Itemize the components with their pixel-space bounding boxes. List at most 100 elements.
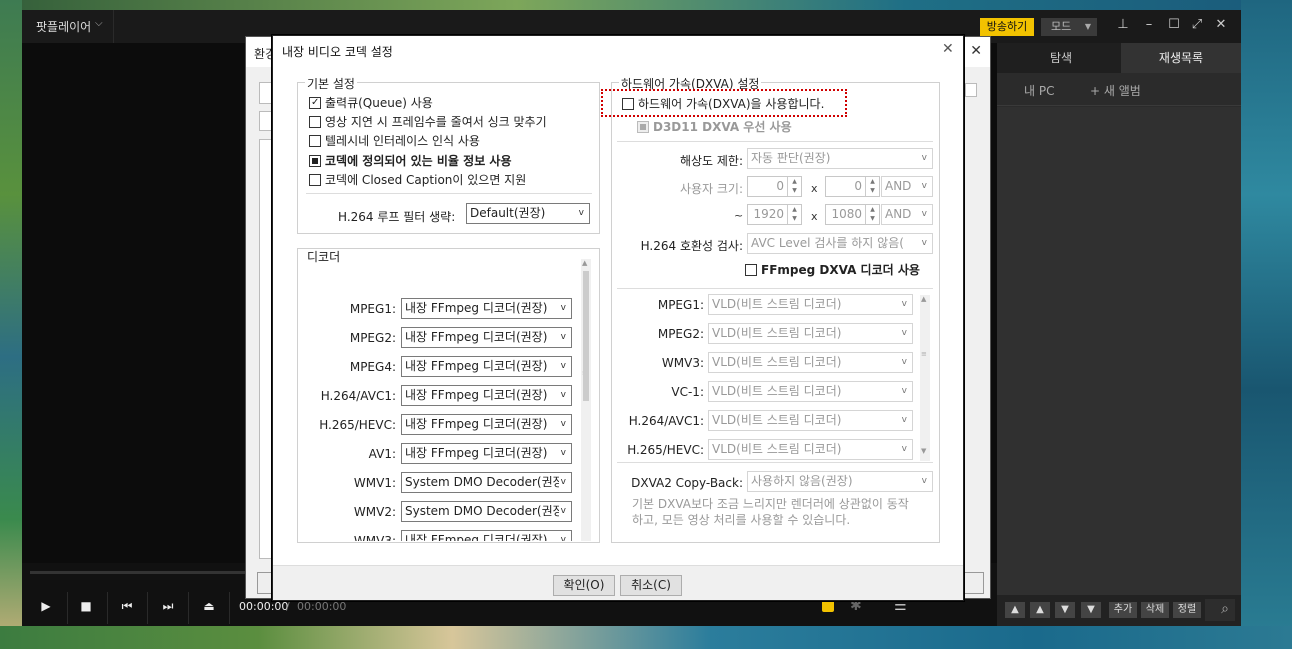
- eject-icon[interactable]: ⏏: [199, 599, 219, 613]
- move-top-icon[interactable]: ▲: [1005, 602, 1025, 618]
- spinner-arrows-icon[interactable]: ▲ ▼: [787, 177, 801, 196]
- search-icon[interactable]: ⌕: [1221, 601, 1229, 617]
- option-closed-caption[interactable]: 코덱에 Closed Caption이 있으면 지원: [309, 171, 526, 188]
- decoder-select[interactable]: 내장 FFmpeg 디코더(권장) v: [401, 327, 572, 348]
- option-label: 영상 지연 시 프레임수를 줄여서 싱크 맞추기: [325, 115, 547, 129]
- spinner-arrows-icon[interactable]: ▲ ▼: [865, 205, 879, 224]
- playlist-panel: 탐색 재생목록 내 PC + 새 앨범 ▲ ▲ ▼ ▼ 추가 삭제 정렬 ⌕: [997, 43, 1241, 626]
- decoder-label: MPEG4:: [349, 360, 396, 374]
- h264-loop-select[interactable]: Default(권장) v: [466, 203, 590, 224]
- decoder-select[interactable]: System DMO Decoder(권장 v: [401, 501, 572, 522]
- playlist-list[interactable]: [997, 107, 1241, 595]
- move-down-icon[interactable]: ▼: [1055, 602, 1075, 618]
- ok-button[interactable]: 확인(O): [553, 575, 615, 596]
- app-name-menu[interactable]: 팟플레이어: [36, 18, 91, 35]
- d3d11-option[interactable]: D3D11 DXVA 우선 사용: [637, 118, 792, 135]
- chevron-down-icon: v: [558, 357, 566, 376]
- dxva-scrollbar[interactable]: ▲ ≡ ▼: [920, 295, 930, 461]
- decoder-label: H.264/AVC1:: [320, 389, 396, 403]
- select-value: AVC Level 검사를 하지 않음(: [751, 236, 904, 250]
- dxva-decoder-select[interactable]: VLD(비트 스트림 디코더) v: [708, 352, 913, 373]
- previous-icon[interactable]: ⏮: [117, 599, 137, 614]
- mode-button[interactable]: 모드 ▼: [1041, 18, 1097, 36]
- pin-icon[interactable]: ⊥: [1115, 17, 1131, 32]
- scroll-up-icon[interactable]: ▲: [921, 295, 926, 303]
- spinner-arrows-icon[interactable]: ▲ ▼: [787, 205, 801, 224]
- decoder-select[interactable]: 내장 FFmpeg 디코더(권장) v: [401, 414, 572, 435]
- checkbox[interactable]: [637, 120, 649, 133]
- chevron-down-icon: v: [899, 411, 907, 430]
- close-icon[interactable]: ✕: [1213, 17, 1229, 32]
- tab-explore[interactable]: 탐색: [1001, 43, 1121, 73]
- stop-icon[interactable]: ■: [76, 599, 96, 613]
- decoder-select[interactable]: 내장 FFmpeg 디코더(권장) v: [401, 356, 572, 377]
- option-frame-drop-sync[interactable]: 영상 지연 시 프레임수를 줄여서 싱크 맞추기: [309, 113, 547, 130]
- copyback-select[interactable]: 사용하지 않음(권장) v: [747, 471, 933, 492]
- dxva-decoder-select[interactable]: VLD(비트 스트림 디코더) v: [708, 410, 913, 431]
- playlist-search[interactable]: ⌕: [1205, 599, 1235, 621]
- dxva-decoder-select[interactable]: VLD(비트 스트림 디코더) v: [708, 439, 913, 460]
- h264-compat-label: H.264 호환성 검사:: [640, 239, 743, 253]
- move-bottom-icon[interactable]: ▼: [1081, 602, 1101, 618]
- fullscreen-icon[interactable]: ⤢: [1189, 17, 1205, 32]
- divider: [188, 592, 189, 624]
- dxva-decoder-select[interactable]: VLD(비트 스트림 디코더) v: [708, 294, 913, 315]
- chevron-down-icon[interactable]: ⌵: [95, 18, 103, 29]
- dxva-decoder-select[interactable]: VLD(비트 스트림 디코더) v: [708, 381, 913, 402]
- dxva-decoder-select[interactable]: VLD(비트 스트림 디코더) v: [708, 323, 913, 344]
- broadcast-button[interactable]: 방송하기: [980, 18, 1034, 36]
- decoder-select[interactable]: 내장 FFmpeg 디코더(권장) v: [401, 385, 572, 406]
- select-value: AND: [885, 207, 912, 221]
- checkbox[interactable]: [309, 173, 321, 186]
- close-icon[interactable]: ✕: [942, 41, 954, 57]
- min-height-spinner[interactable]: 0 ▲ ▼: [825, 176, 880, 197]
- option-aspect-info[interactable]: 코덱에 정의되어 있는 비율 정보 사용: [309, 152, 512, 169]
- spinner-value: 1920: [753, 207, 784, 221]
- preferences-button[interactable]: [962, 572, 984, 594]
- ffmpeg-dxva-option[interactable]: FFmpeg DXVA 디코더 사용: [745, 261, 920, 278]
- move-up-icon[interactable]: ▲: [1030, 602, 1050, 618]
- option-output-queue[interactable]: 출력큐(Queue) 사용: [309, 94, 433, 111]
- resolution-limit-select[interactable]: 자동 판단(권장) v: [747, 148, 933, 169]
- h264-compat-select[interactable]: AVC Level 검사를 하지 않음( v: [747, 233, 933, 254]
- spinner-arrows-icon[interactable]: ▲ ▼: [865, 177, 879, 196]
- scroll-thumb[interactable]: [583, 271, 589, 401]
- checkbox[interactable]: [622, 97, 634, 110]
- decoder-label: WMV2:: [353, 505, 396, 519]
- checkbox[interactable]: [309, 134, 321, 147]
- min-width-spinner[interactable]: 0 ▲ ▼: [747, 176, 802, 197]
- max-height-spinner[interactable]: 1080 ▲ ▼: [825, 204, 880, 225]
- preferences-field[interactable]: [965, 83, 977, 97]
- checkbox[interactable]: [745, 263, 757, 276]
- max-width-spinner[interactable]: 1920 ▲ ▼: [747, 204, 802, 225]
- minimize-icon[interactable]: –: [1141, 17, 1157, 32]
- min-logic-select[interactable]: AND v: [881, 176, 933, 197]
- maximize-icon[interactable]: ☐: [1166, 17, 1182, 32]
- dxva-decoder-label: H.265/HEVC:: [627, 443, 704, 457]
- decoder-select[interactable]: 내장 FFmpeg 디코더(권장) v: [401, 443, 572, 464]
- next-icon[interactable]: ⏭: [158, 599, 178, 614]
- checkbox[interactable]: [309, 96, 321, 109]
- subtitle-icon[interactable]: [822, 600, 834, 612]
- scroll-down-icon[interactable]: ▼: [921, 447, 926, 455]
- option-telecine[interactable]: 텔레시네 인터레이스 인식 사용: [309, 132, 480, 149]
- checkbox[interactable]: [309, 115, 321, 128]
- scroll-up-icon[interactable]: ▲: [582, 259, 587, 267]
- use-dxva-option[interactable]: 하드웨어 가속(DXVA)을 사용합니다.: [622, 95, 824, 112]
- cancel-button[interactable]: 취소(C): [620, 575, 682, 596]
- checkbox[interactable]: [309, 154, 321, 167]
- decoder-select[interactable]: 내장 FFmpeg 디코더(권장) v: [401, 530, 572, 541]
- new-album-button[interactable]: + 새 앨범: [1090, 82, 1141, 99]
- my-pc-tab[interactable]: 내 PC: [1024, 82, 1054, 99]
- tab-playlist[interactable]: 재생목록: [1121, 43, 1241, 73]
- sort-button[interactable]: 정렬: [1173, 602, 1201, 618]
- decoder-select[interactable]: System DMO Decoder(권장 v: [401, 472, 572, 493]
- decoder-scrollbar[interactable]: ▲ ≡: [581, 259, 591, 541]
- play-icon[interactable]: ▶: [36, 599, 56, 613]
- add-button[interactable]: 추가: [1109, 602, 1137, 618]
- spinner-value: 1080: [831, 207, 862, 221]
- delete-button[interactable]: 삭제: [1141, 602, 1169, 618]
- close-icon[interactable]: ✕: [970, 43, 982, 59]
- decoder-select[interactable]: 내장 FFmpeg 디코더(권장) v: [401, 298, 572, 319]
- max-logic-select[interactable]: AND v: [881, 204, 933, 225]
